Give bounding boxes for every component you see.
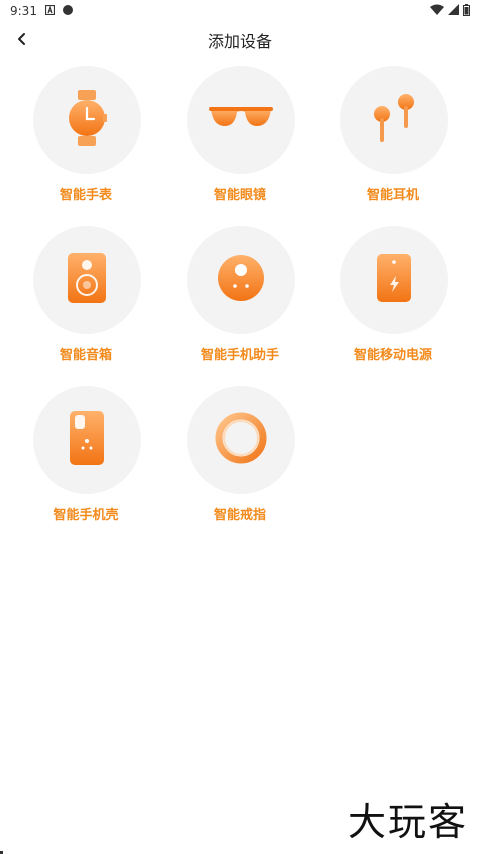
phone-case-icon: [70, 411, 104, 469]
device-item-smart-watch[interactable]: 智能手表: [11, 66, 161, 206]
device-label: 智能手机助手: [200, 348, 279, 363]
device-item-smart-earphones[interactable]: 智能耳机: [318, 66, 468, 206]
chevron-left-icon: [15, 31, 29, 50]
device-label: 智能移动电源: [353, 348, 432, 363]
device-item-smart-ring[interactable]: 智能戒指: [165, 386, 315, 526]
device-label: 智能手机壳: [53, 508, 119, 523]
ring-icon: [214, 411, 268, 469]
signal-icon: [448, 4, 459, 18]
device-label: 智能音箱: [59, 348, 112, 363]
device-label: 智能耳机: [366, 188, 419, 203]
device-label: 智能眼镜: [213, 188, 266, 203]
device-item-smart-power-bank[interactable]: 智能移动电源: [318, 226, 468, 366]
device-item-smart-phone-case[interactable]: 智能手机壳: [11, 386, 161, 526]
device-item-smart-speaker[interactable]: 智能音箱: [11, 226, 161, 366]
earphones-icon: [368, 92, 420, 148]
notification-a-icon: [44, 4, 56, 18]
watch-icon: [64, 90, 110, 150]
page-title: 添加设备: [207, 32, 272, 51]
glasses-icon: [209, 104, 273, 136]
device-label: 智能戒指: [213, 508, 266, 523]
back-button[interactable]: [8, 26, 36, 54]
status-bar: 9:31: [0, 0, 480, 22]
battery-icon: [463, 3, 470, 19]
speaker-icon: [68, 253, 106, 307]
status-time: 9:31: [10, 4, 37, 18]
power-bank-icon: [377, 254, 411, 306]
app-header: 添加设备: [0, 22, 480, 58]
device-item-smart-glasses[interactable]: 智能眼镜: [165, 66, 315, 206]
phone-assistant-icon: [217, 254, 265, 306]
device-label: 智能手表: [59, 188, 112, 203]
circle-icon: [62, 4, 73, 18]
watermark-logo: 大玩客: [347, 800, 468, 844]
device-item-smart-phone-assistant[interactable]: 智能手机助手: [165, 226, 315, 366]
wifi-icon: [430, 4, 444, 18]
